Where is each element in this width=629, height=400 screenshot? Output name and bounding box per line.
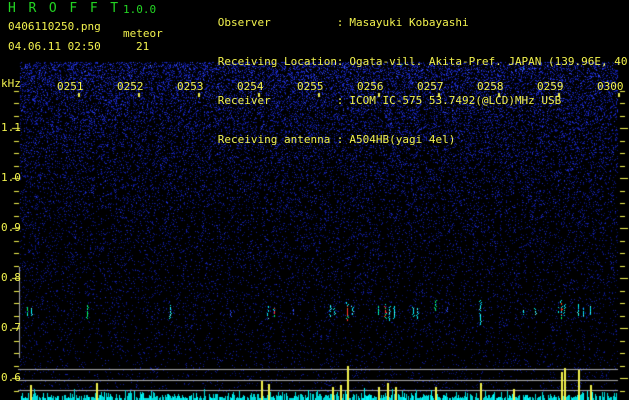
timestamp: 04.06.11 02:50: [8, 40, 101, 53]
time-tick-label-0258: 0258: [477, 80, 504, 93]
info-value: A504HB(yagi 4el): [349, 133, 456, 146]
info-value: ICOM IC-575 53.7492(@LCD)MHz USB: [349, 94, 562, 107]
info-row-observer: Observer: Masayuki Kobayashi: [178, 3, 629, 42]
time-tick-label-0300: 0300: [597, 80, 624, 93]
time-tick-label-0253: 0253: [177, 80, 204, 93]
freq-tick-label-0.6: 0.6: [1, 371, 21, 384]
freq-tick-label-0.8: 0.8: [1, 271, 21, 284]
time-tick-label-0257: 0257: [417, 80, 444, 93]
freq-tick-label-1.1: 1.1: [1, 121, 21, 134]
info-value: Masayuki Kobayashi: [349, 16, 469, 29]
mode-label: meteor: [123, 27, 163, 40]
meteor-count: 21: [136, 40, 150, 53]
info-label: Receiving antenna: [217, 133, 331, 146]
info-label: Receiving Location: [217, 55, 337, 68]
time-tick-label-0256: 0256: [357, 80, 384, 93]
freq-tick-label-1.0: 1.0: [1, 171, 21, 184]
info-label: Observer: [217, 16, 271, 29]
freq-tick-label-0.9: 0.9: [1, 221, 21, 234]
freq-tick-label-0.7: 0.7: [1, 321, 21, 334]
info-row-antenna: Receiving antenna: A504HB(yagi 4el): [178, 120, 629, 159]
info-label: Receiver: [217, 94, 271, 107]
info-row-location: Receiving Location: Ogata-vill. Akita-Pre…: [178, 42, 629, 81]
time-tick-label-0259: 0259: [537, 80, 564, 93]
info-value: Ogata-vill. Akita-Pref. JAPAN (139.96E, …: [349, 55, 629, 68]
output-filename: 0406110250.png: [8, 20, 101, 33]
time-tick-label-0254: 0254: [237, 80, 264, 93]
time-tick-label-0255: 0255: [297, 80, 324, 93]
freq-axis-unit: kHz: [1, 77, 21, 90]
app-title: H R O F F T: [8, 1, 121, 16]
app-version: 1.0.0: [123, 3, 157, 16]
hrofft-window: H R O F F T 1.0.0 0406110250.png meteor …: [0, 0, 629, 400]
time-tick-label-0251: 0251: [57, 80, 84, 93]
time-tick-label-0252: 0252: [117, 80, 144, 93]
